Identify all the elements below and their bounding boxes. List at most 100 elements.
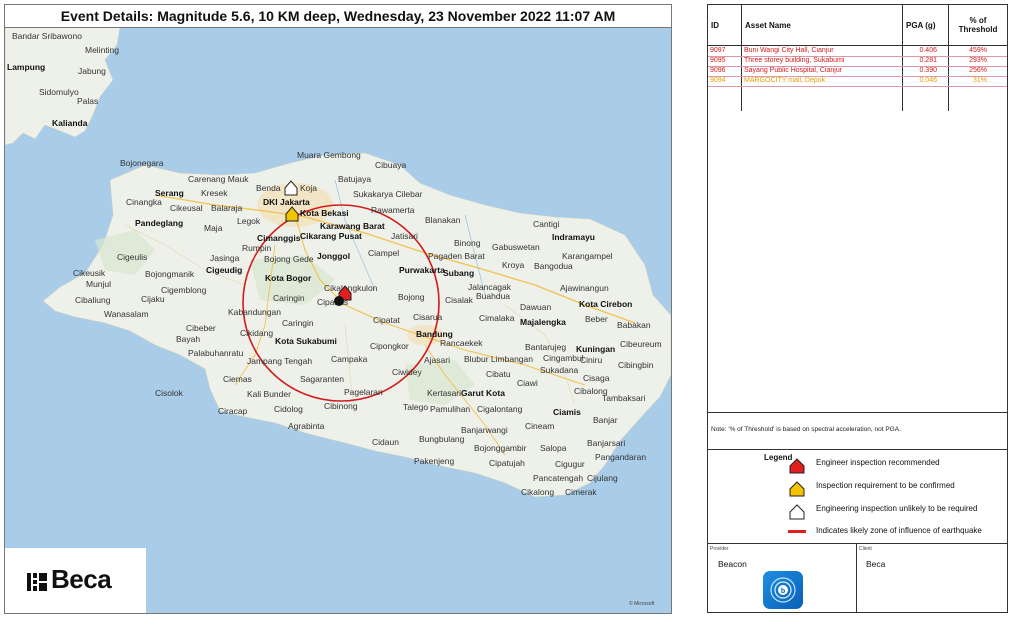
place-label: Ciawi: [517, 378, 538, 388]
place-label: Buahdua: [476, 291, 510, 301]
table-row[interactable]: 9094 MARGOCITY mall, Depok 0.046 31%: [708, 76, 1007, 87]
place-label: Kota Bekasi: [300, 208, 349, 218]
yellow-house-icon: [789, 481, 805, 497]
place-label: Cimerak: [565, 487, 597, 497]
map-canvas[interactable]: Bandar SribawonoMelinting Lampung Jabung Si…: [5, 27, 671, 613]
cell-pga: 0.281: [919, 57, 937, 64]
place-label: Sidomulyo: [39, 87, 79, 97]
cell-pga: 0.390: [919, 67, 937, 74]
legend: Legend Engineer inspection recommended I…: [708, 449, 1007, 544]
place-label: Ciemas: [223, 374, 252, 384]
place-label: Ciwidey: [392, 367, 423, 377]
place-label: Koja: [300, 183, 317, 193]
place-label: Cipongkor: [370, 341, 409, 351]
place-label: Bojong Gede: [264, 254, 314, 264]
divider: [708, 412, 1007, 413]
place-label: Pandeglang: [135, 218, 183, 228]
cell-asset-name: MARGOCITY mall, Depok: [744, 77, 826, 84]
place-label: Benda: [256, 183, 281, 193]
cell-threshold: 31%: [972, 77, 987, 84]
place-label: Kota Bogor: [265, 273, 312, 283]
place-label: Rancaekek: [440, 338, 483, 348]
footer: Provider Beacon Client Beca b: [708, 543, 1007, 613]
place-label: Cibeber: [186, 323, 216, 333]
place-label: Jonggol: [317, 251, 350, 261]
place-label: Cidaun: [372, 437, 399, 447]
place-label: Pagelaran: [344, 387, 383, 397]
legend-item-line: Indicates likely zone of influence of ea…: [816, 526, 982, 535]
place-label: Karangampel: [562, 251, 613, 261]
place-label: Bungbulang: [419, 434, 465, 444]
col-pga[interactable]: PGA (g): [906, 5, 935, 45]
cell-pga: 0.046: [919, 77, 937, 84]
place-label: Jabung: [78, 66, 106, 76]
place-label: Dawuan: [520, 302, 551, 312]
place-label: Kalianda: [52, 118, 88, 128]
place-label: Pakenjeng: [414, 456, 454, 466]
place-label: Ajasari: [424, 355, 450, 365]
place-label: Batujaya: [338, 174, 371, 184]
col-threshold[interactable]: % of Threshold: [950, 5, 1006, 45]
place-label: Blanakan: [425, 215, 461, 225]
place-label: Banjar: [593, 415, 618, 425]
place-label: Cikidang: [240, 328, 273, 338]
beca-logo-mark-icon: [27, 573, 47, 591]
place-label: Pancatengah: [533, 473, 583, 483]
place-label: Cimalaka: [479, 313, 515, 323]
place-label: Indramayu: [552, 232, 595, 242]
place-label: Babakan: [617, 320, 651, 330]
place-label: Subang: [443, 268, 474, 278]
cell-asset-name: Three storey building, Sukabumi: [744, 57, 845, 64]
table-spacer: [708, 111, 1007, 112]
place-label: Ciniru: [580, 355, 602, 365]
place-label: Blubur Limbangan: [464, 354, 533, 364]
cell-id: 9096: [710, 67, 726, 74]
place-label: Palas: [77, 96, 98, 106]
col-id[interactable]: ID: [711, 5, 719, 45]
place-label: Kabandungan: [228, 307, 281, 317]
place-label: Kota Cirebon: [579, 299, 632, 309]
place-label: Bangodua: [534, 261, 573, 271]
place-label: Beber: [585, 314, 608, 324]
epicentre-marker[interactable]: [334, 296, 344, 306]
client-label: Client: [859, 546, 872, 552]
place-label: Karawang Barat: [320, 221, 385, 231]
place-label: Caringin: [282, 318, 314, 328]
place-label: Muara Gembong: [297, 150, 361, 160]
place-label: Kali Bunder: [247, 389, 291, 399]
place-label: Melinting: [85, 45, 119, 55]
place-label: Cibuaya: [375, 160, 406, 170]
place-label: Pamulihan: [430, 404, 470, 414]
footer-divider: [856, 544, 857, 613]
cell-id: 9097: [710, 47, 726, 54]
col-asset-name[interactable]: Asset Name: [745, 5, 791, 45]
place-label: Campaka: [331, 354, 368, 364]
place-label: Banjarwangi: [461, 425, 508, 435]
place-label: Banjarsari: [587, 438, 625, 448]
place-label: Ciampel: [368, 248, 399, 258]
place-label: Legok: [237, 216, 261, 226]
cell-asset-name: Buni Wangi City Hall, Cianjur: [744, 47, 834, 54]
place-label: Ajawinangun: [560, 283, 609, 293]
place-label: Bojongmanik: [145, 269, 195, 279]
place-label: Ciamis: [553, 407, 581, 417]
legend-item-white: Engineering inspection unlikely to be re…: [816, 504, 978, 513]
place-label: Bayah: [176, 334, 200, 344]
place-label: Binong: [454, 238, 481, 248]
provider-label: Provider: [710, 546, 729, 552]
place-label: Bojonegara: [120, 158, 164, 168]
place-label: Balaraja: [211, 203, 242, 213]
place-label: Palabuhanratu: [188, 348, 244, 358]
cell-pga: 0.406: [919, 47, 937, 54]
place-label: Cibingbin: [618, 360, 654, 370]
place-label: Salopa: [540, 443, 567, 453]
cell-threshold: 293%: [969, 57, 987, 64]
red-house-icon: [789, 458, 805, 474]
beca-logo: Beca: [5, 548, 146, 613]
place-label: Sagaranten: [300, 374, 344, 384]
place-label: Cantigi: [533, 219, 560, 229]
map-attribution: © Microsoft: [629, 600, 655, 607]
place-label: Cisarua: [413, 312, 443, 322]
place-label: Cijulang: [587, 473, 618, 483]
place-label: Bandar Sribawono: [12, 31, 82, 41]
